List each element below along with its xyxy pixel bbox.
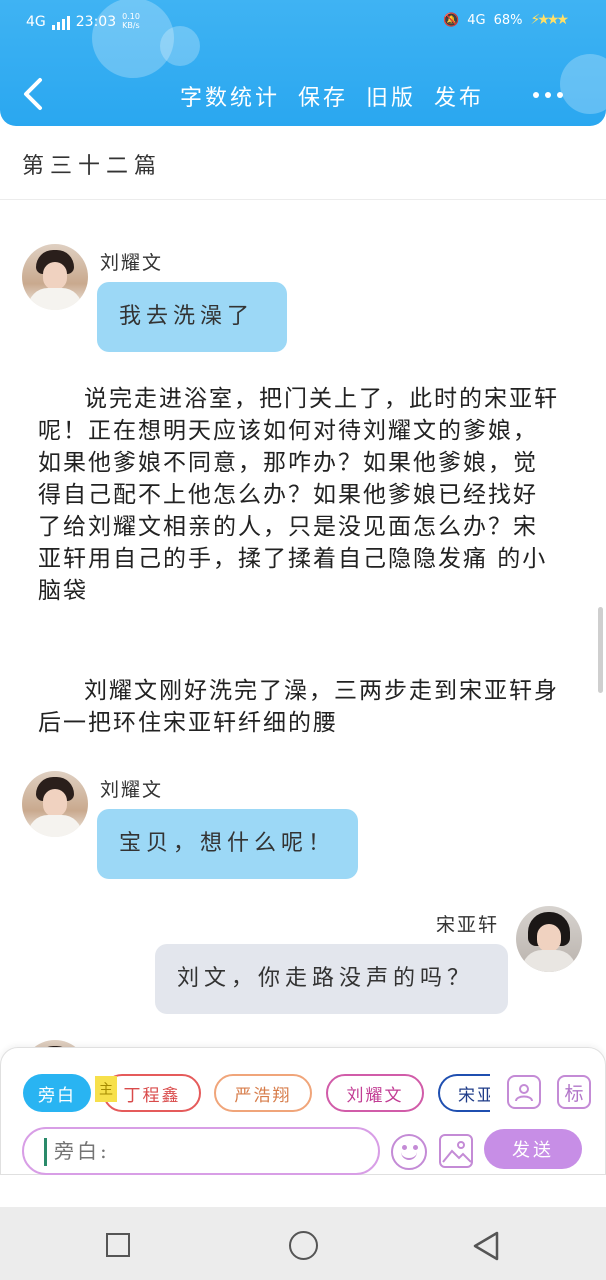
message-bubble[interactable]: 刘文，你走路没声的吗？ <box>155 944 508 1014</box>
person-glyph <box>515 1084 533 1102</box>
send-button[interactable]: 发送 <box>484 1129 582 1169</box>
header-actions: 字数统计 保存 旧版 发布 <box>180 80 502 112</box>
battery-level: 68% <box>493 12 523 28</box>
narration-paragraph[interactable]: 刘耀文刚好洗完了澡，三两步走到宋亚轩身后一把环住宋亚轩纤细的腰 <box>38 675 560 739</box>
network-type-right: 4G <box>467 12 486 28</box>
chapter-title[interactable]: 第三十二篇 <box>22 148 162 180</box>
clock: 23:03 <box>75 14 117 30</box>
image-glyph <box>442 1141 471 1163</box>
more-horizontal-icon[interactable] <box>533 92 563 98</box>
role-chip-yan-haoxiang[interactable]: 严浩翔 <box>214 1074 312 1112</box>
role-chip-narration[interactable]: 旁白 <box>23 1074 91 1112</box>
role-chip-liu-yaowen[interactable]: 刘耀文 <box>326 1074 424 1112</box>
signal-icon <box>51 16 70 30</box>
image-icon[interactable] <box>439 1134 473 1168</box>
recent-apps-icon[interactable] <box>106 1233 130 1257</box>
speaker-name: 宋亚轩 <box>436 914 500 936</box>
old-version-button[interactable]: 旧版 <box>366 80 416 112</box>
person-icon[interactable] <box>507 1075 541 1109</box>
publish-button[interactable]: 发布 <box>434 80 484 112</box>
network-type: 4G <box>26 14 46 30</box>
divider <box>0 199 606 200</box>
panel-bottom <box>0 1175 606 1207</box>
emoji-icon[interactable] <box>391 1134 427 1170</box>
back-triangle-icon[interactable] <box>472 1231 500 1261</box>
avatar[interactable] <box>22 244 88 310</box>
role-selector: 旁白 丁程鑫 主 严浩翔 刘耀文 宋亚 标 <box>1 1074 606 1114</box>
network-speed: 0.10 KB/s <box>122 12 140 30</box>
charging-icon: ⚡★★★ <box>530 12 570 28</box>
status-bar: 4G 23:03 0.10 KB/s 🔕 4G 68% ⚡★★★ <box>0 0 606 46</box>
status-right: 🔕 4G 68% ⚡★★★ <box>443 12 570 28</box>
system-nav-bar <box>0 1207 606 1280</box>
message-bubble[interactable]: 我去洗澡了 <box>97 282 287 352</box>
chevron-left-icon <box>24 78 42 110</box>
role-chip-ding-chengxin[interactable]: 丁程鑫 <box>103 1074 201 1112</box>
avatar[interactable] <box>516 906 582 972</box>
decorative-bubble <box>560 54 606 114</box>
main-role-tag: 主 <box>95 1076 117 1102</box>
message-input[interactable] <box>22 1127 380 1175</box>
message-bubble[interactable]: 宝贝，想什么呢！ <box>97 809 358 879</box>
back-button[interactable] <box>18 76 50 112</box>
label-icon[interactable]: 标 <box>557 1075 591 1109</box>
scrollbar[interactable] <box>598 607 603 693</box>
status-left: 4G 23:03 0.10 KB/s <box>26 12 146 30</box>
app-header: 4G 23:03 0.10 KB/s 🔕 4G 68% ⚡★★★ 字数统计 保存… <box>0 0 606 126</box>
avatar[interactable] <box>22 771 88 837</box>
text-cursor <box>44 1138 47 1166</box>
mute-icon: 🔕 <box>443 12 460 28</box>
word-count-button[interactable]: 字数统计 <box>180 80 280 112</box>
narration-paragraph[interactable]: 说完走进浴室，把门关上了，此时的宋亚轩呢！正在想明天应该如何对待刘耀文的爹娘，如… <box>38 383 560 607</box>
input-panel: 旁白 丁程鑫 主 严浩翔 刘耀文 宋亚 标 发送 <box>0 1047 606 1175</box>
role-chip-song-yaxuan[interactable]: 宋亚 <box>438 1074 490 1112</box>
speaker-name: 刘耀文 <box>100 779 164 801</box>
save-button[interactable]: 保存 <box>298 80 348 112</box>
home-icon[interactable] <box>289 1231 318 1260</box>
speaker-name: 刘耀文 <box>100 252 164 274</box>
